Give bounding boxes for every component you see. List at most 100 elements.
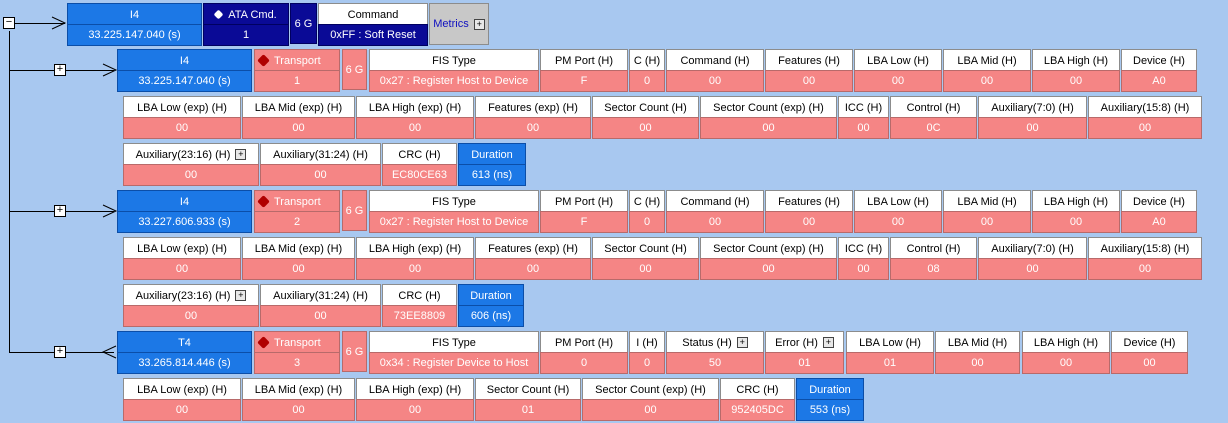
field-lba-mid[interactable]: LBA Mid (H) 00 bbox=[943, 190, 1031, 233]
field-features[interactable]: Features (H) 00 bbox=[765, 49, 853, 92]
field-auxiliary-23-16[interactable]: Auxiliary(23:16) (H) + 00 bbox=[123, 284, 259, 327]
field-sector-count-exp[interactable]: Sector Count (exp) (H) 00 bbox=[582, 378, 719, 421]
fis-timestamp: 33.227.606.933 (s) bbox=[117, 211, 252, 233]
field-c[interactable]: C (H) 0 bbox=[629, 190, 665, 233]
field-header: Sector Count (H) bbox=[592, 96, 699, 119]
field-fis-type[interactable]: FIS Type 0x27 : Register Host to Device bbox=[369, 190, 539, 233]
field-lba-mid-exp[interactable]: LBA Mid (exp) (H) 00 bbox=[242, 378, 355, 421]
collapse-icon[interactable]: − bbox=[3, 17, 15, 29]
field-label: Features (H) bbox=[778, 195, 840, 208]
transport-cell[interactable]: Transport 3 bbox=[254, 331, 340, 374]
field-pm-port[interactable]: PM Port (H) F bbox=[540, 190, 628, 233]
field-lba-high-exp[interactable]: LBA High (exp) (H) 00 bbox=[356, 237, 474, 280]
command-cell[interactable]: Command 0xFF : Soft Reset bbox=[318, 3, 428, 46]
field-label: Error (H) bbox=[775, 336, 818, 349]
field-crc[interactable]: CRC (H) EC80CE63 bbox=[382, 143, 457, 186]
field-fis-type[interactable]: FIS Type 0x34 : Register Device to Host bbox=[369, 331, 539, 374]
field-value: 00 bbox=[592, 258, 699, 280]
field-duration[interactable]: Duration 606 (ns) bbox=[458, 284, 524, 327]
field-label: Device (H) bbox=[1133, 54, 1185, 67]
field-sector-count[interactable]: Sector Count (H) 00 bbox=[592, 237, 699, 280]
field-lba-high[interactable]: LBA High (H) 00 bbox=[1032, 49, 1120, 92]
fis-id-cell[interactable]: I4 33.225.147.040 (s) bbox=[117, 49, 252, 92]
field-auxiliary-31-24[interactable]: Auxiliary(31:24) (H) 00 bbox=[260, 143, 381, 186]
field-lba-high-exp[interactable]: LBA High (exp) (H) 00 bbox=[356, 96, 474, 139]
field-features-exp[interactable]: Features (exp) (H) 00 bbox=[475, 237, 591, 280]
field-device[interactable]: Device (H) A0 bbox=[1121, 190, 1197, 233]
field-value: 00 bbox=[935, 352, 1020, 374]
field-header: LBA Mid (exp) (H) bbox=[242, 96, 355, 119]
field-c[interactable]: C (H) 0 bbox=[629, 49, 665, 92]
plus-icon[interactable]: + bbox=[235, 290, 247, 301]
fis-id-cell[interactable]: T4 33.265.814.446 (s) bbox=[117, 331, 252, 374]
field-lba-high[interactable]: LBA High (H) 00 bbox=[1032, 190, 1120, 233]
field-duration[interactable]: Duration 613 (ns) bbox=[458, 143, 526, 186]
field-device[interactable]: Device (H) A0 bbox=[1121, 49, 1197, 92]
field-auxiliary-23-16[interactable]: Auxiliary(23:16) (H) + 00 bbox=[123, 143, 259, 186]
expand-icon[interactable]: + bbox=[54, 205, 66, 217]
command-id-cell[interactable]: I4 33.225.147.040 (s) bbox=[67, 3, 202, 46]
field-lba-mid[interactable]: LBA Mid (H) 00 bbox=[943, 49, 1031, 92]
field-label: LBA Mid (exp) (H) bbox=[254, 242, 343, 255]
transport-cell[interactable]: Transport 1 bbox=[254, 49, 340, 92]
plus-icon[interactable]: + bbox=[235, 149, 247, 160]
field-label: LBA Mid (exp) (H) bbox=[254, 101, 343, 114]
field-pm-port[interactable]: PM Port (H) F bbox=[540, 49, 628, 92]
field-error[interactable]: Error (H) + 01 bbox=[765, 331, 844, 374]
plus-icon[interactable]: + bbox=[473, 18, 485, 30]
field-crc[interactable]: CRC (H) 73EE8809 bbox=[382, 284, 457, 327]
fis-id-cell[interactable]: I4 33.227.606.933 (s) bbox=[117, 190, 252, 233]
field-lba-mid-exp[interactable]: LBA Mid (exp) (H) 00 bbox=[242, 96, 355, 139]
expand-icon[interactable]: + bbox=[54, 64, 66, 76]
field-status[interactable]: Status (H) + 50 bbox=[666, 331, 764, 374]
field-auxiliary-31-24[interactable]: Auxiliary(31:24) (H) 00 bbox=[260, 284, 381, 327]
field-icc[interactable]: ICC (H) 00 bbox=[838, 96, 889, 139]
plus-icon[interactable]: + bbox=[736, 337, 748, 348]
field-features[interactable]: Features (H) 00 bbox=[765, 190, 853, 233]
field-lba-low-exp[interactable]: LBA Low (exp) (H) 00 bbox=[123, 378, 241, 421]
field-lba-low[interactable]: LBA Low (H) 01 bbox=[846, 331, 934, 374]
field-control[interactable]: Control (H) 08 bbox=[890, 237, 977, 280]
field-icc[interactable]: ICC (H) 00 bbox=[838, 237, 889, 280]
field-auxiliary-7-0[interactable]: Auxiliary(7:0) (H) 00 bbox=[978, 96, 1087, 139]
field-features-exp[interactable]: Features (exp) (H) 00 bbox=[475, 96, 591, 139]
transport-value: 3 bbox=[254, 352, 340, 374]
field-label: Features (H) bbox=[778, 54, 840, 67]
field-header: LBA Low (exp) (H) bbox=[123, 96, 241, 119]
gear-icon bbox=[257, 336, 270, 349]
field-sector-count[interactable]: Sector Count (H) 01 bbox=[475, 378, 581, 421]
field-auxiliary-15-8[interactable]: Auxiliary(15:8) (H) 00 bbox=[1088, 237, 1202, 280]
field-duration[interactable]: Duration 553 (ns) bbox=[796, 378, 864, 421]
field-sector-count-exp[interactable]: Sector Count (exp) (H) 00 bbox=[700, 96, 837, 139]
field-header: Sector Count (exp) (H) bbox=[700, 96, 837, 119]
field-lba-high-exp[interactable]: LBA High (exp) (H) 00 bbox=[356, 378, 474, 421]
field-pm-port[interactable]: PM Port (H) 0 bbox=[540, 331, 628, 374]
transport-cell[interactable]: Transport 2 bbox=[254, 190, 340, 233]
field-lba-high[interactable]: LBA High (H) 00 bbox=[1022, 331, 1110, 374]
field-crc[interactable]: CRC (H) 952405DC bbox=[720, 378, 795, 421]
field-value: 00 bbox=[475, 258, 591, 280]
field-fis-type[interactable]: FIS Type 0x27 : Register Host to Device bbox=[369, 49, 539, 92]
field-lba-mid-exp[interactable]: LBA Mid (exp) (H) 00 bbox=[242, 237, 355, 280]
expand-icon[interactable]: + bbox=[54, 346, 66, 358]
metrics-button[interactable]: Metrics + bbox=[429, 3, 489, 45]
field-lba-low-exp[interactable]: LBA Low (exp) (H) 00 bbox=[123, 237, 241, 280]
field-value: 00 bbox=[1111, 352, 1188, 374]
field-sector-count-exp[interactable]: Sector Count (exp) (H) 00 bbox=[700, 237, 837, 280]
ata-cmd-cell[interactable]: ATA Cmd. 1 bbox=[203, 3, 289, 46]
plus-icon[interactable]: + bbox=[822, 337, 834, 348]
field-lba-mid[interactable]: LBA Mid (H) 00 bbox=[935, 331, 1020, 374]
field-command[interactable]: Command (H) 00 bbox=[666, 49, 764, 92]
field-lba-low[interactable]: LBA Low (H) 00 bbox=[854, 190, 942, 233]
field-auxiliary-15-8[interactable]: Auxiliary(15:8) (H) 00 bbox=[1088, 96, 1202, 139]
field-auxiliary-7-0[interactable]: Auxiliary(7:0) (H) 00 bbox=[978, 237, 1087, 280]
field-i[interactable]: I (H) 0 bbox=[629, 331, 665, 374]
field-device[interactable]: Device (H) 00 bbox=[1111, 331, 1188, 374]
field-label: I (H) bbox=[636, 336, 658, 349]
field-label: LBA Low (exp) (H) bbox=[137, 242, 227, 255]
field-lba-low-exp[interactable]: LBA Low (exp) (H) 00 bbox=[123, 96, 241, 139]
field-command[interactable]: Command (H) 00 bbox=[666, 190, 764, 233]
field-sector-count[interactable]: Sector Count (H) 00 bbox=[592, 96, 699, 139]
field-control[interactable]: Control (H) 0C bbox=[890, 96, 977, 139]
field-lba-low[interactable]: LBA Low (H) 00 bbox=[854, 49, 942, 92]
